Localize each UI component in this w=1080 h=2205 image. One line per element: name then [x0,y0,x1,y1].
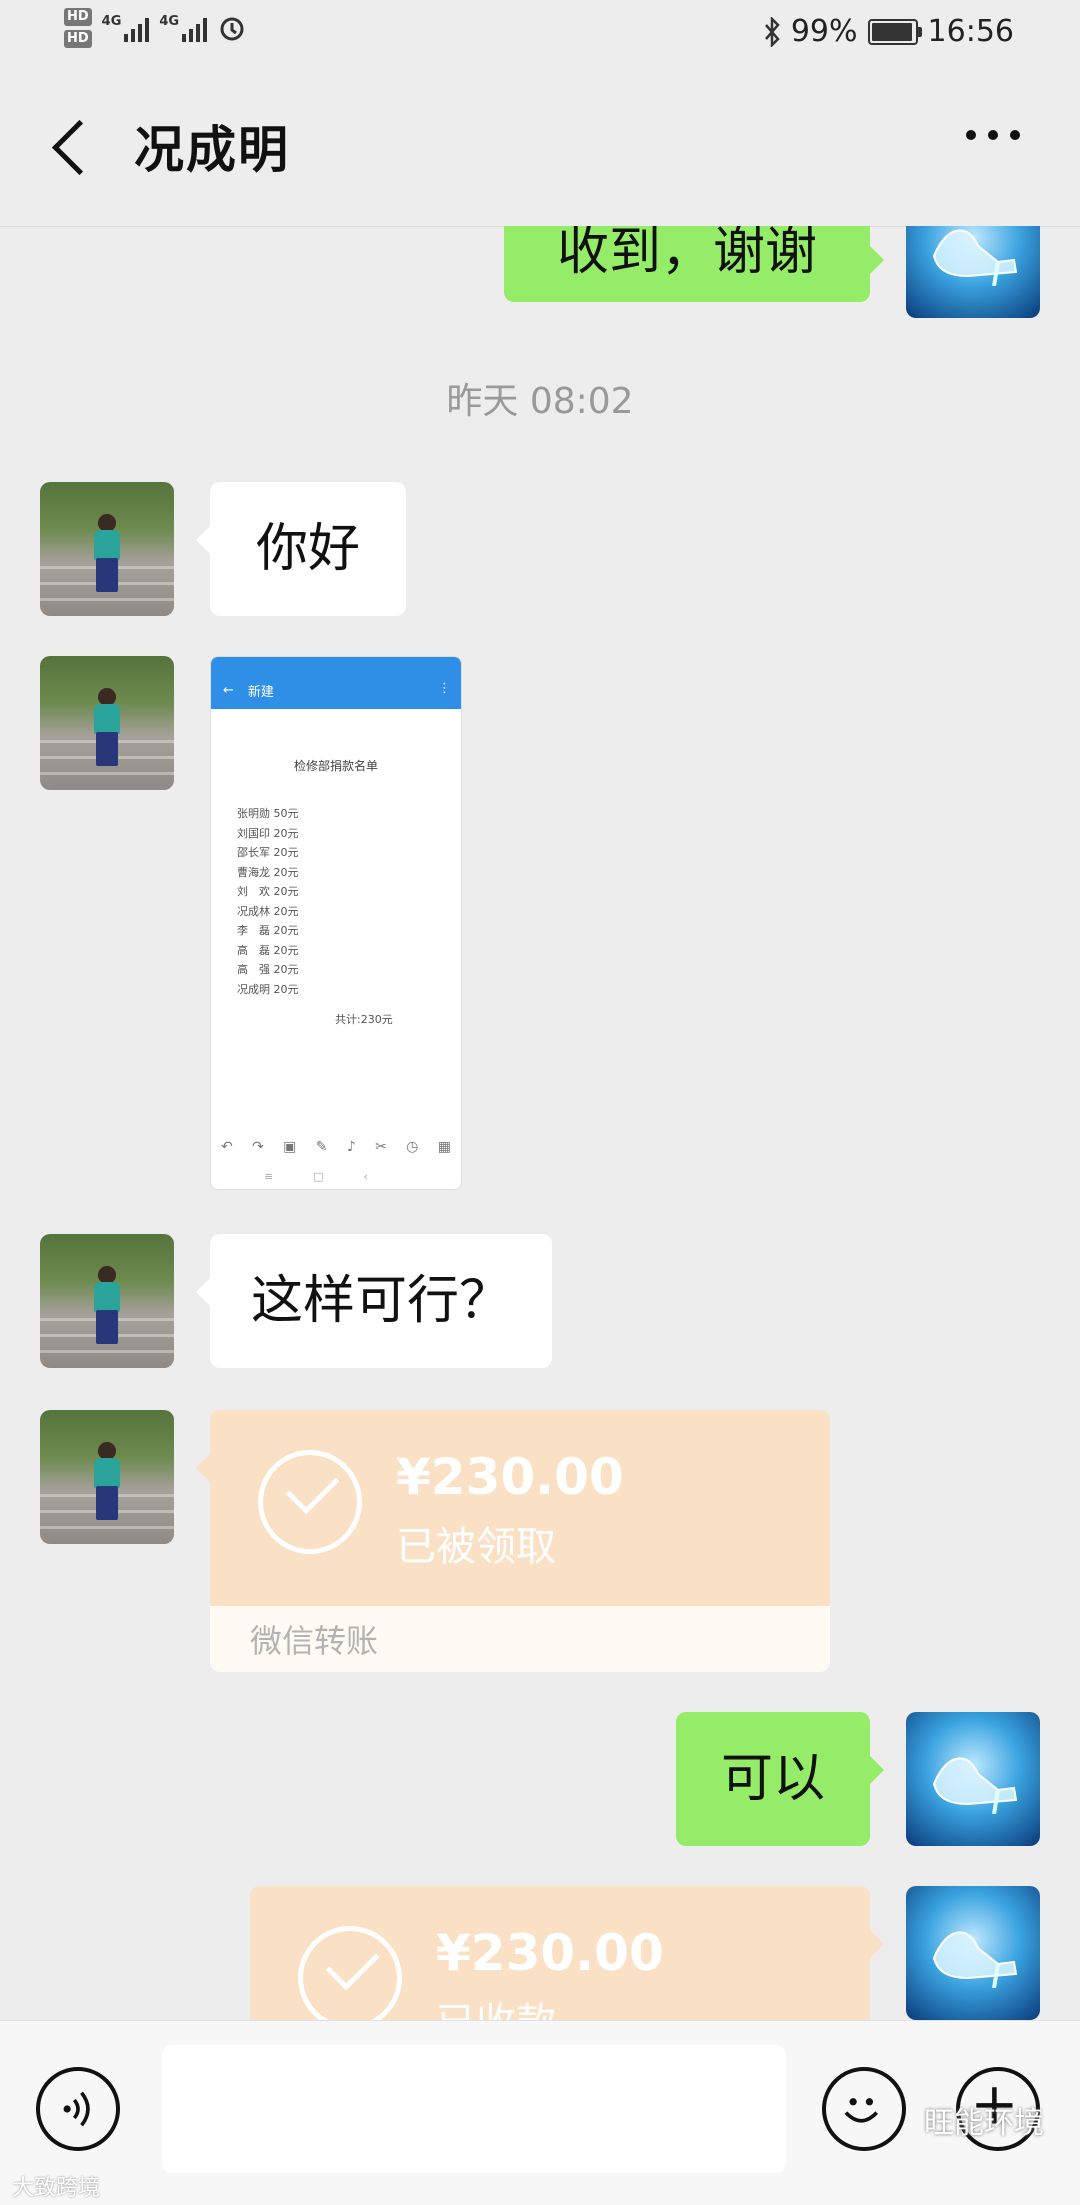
check-circle-icon [298,1926,402,2020]
clock: 16:56 [927,14,1014,49]
donation-row: 张明勋 50元 [237,807,299,820]
chat-title: 况成明 [134,121,290,179]
donation-row: 刘 欢 20元 [237,885,299,898]
signal-icon-2: 4G [159,14,208,42]
donation-list: 张明勋 50元 刘国印 20元 邵长军 20元 曹海龙 20元 刘 欢 20元 … [237,804,461,999]
check-circle-icon [258,1450,362,1554]
transfer-footer: 微信转账 [210,1606,830,1672]
message-input[interactable] [162,2045,786,2173]
status-right: 99% 16:56 [763,14,1014,49]
message-bubble-self[interactable]: 收到，谢谢 [504,226,884,302]
donation-row: 况成明 20元 [237,982,299,996]
glass-shoe-icon [932,1931,1018,1988]
transfer-amount: ¥230.00 [396,1448,624,1506]
image-message[interactable]: ← 新建 ⋮ 检修部捐款名单 张明勋 50元 刘国印 20元 邵长军 20元 曹… [210,656,462,1190]
status-bar: HD HD 4G 4G 99% 16:56 [0,0,1080,70]
arrow-left-icon: ← [223,682,234,698]
bluetooth-icon [764,16,780,47]
battery-text: 99% [790,14,858,49]
donation-row: 刘国印 20元 [237,826,299,840]
battery-icon [867,18,922,45]
contact-avatar[interactable] [40,1234,174,1368]
donation-total: 共计:230元 [335,1013,393,1026]
alarm-icon [220,17,244,41]
back-arrow-icon[interactable] [46,118,106,178]
input-bar [0,2020,1080,2205]
voice-input-icon[interactable] [36,2067,120,2151]
contact-avatar[interactable] [40,1410,174,1544]
transfer-status: 已被领取 [396,1524,556,1570]
message-bubble-contact[interactable]: 这样可行？ [196,1234,552,1368]
hd-badge-1: HD [64,8,92,26]
donation-row: 高 强 20元 [237,963,299,976]
donation-row: 高 磊 20元 [237,943,299,957]
image-topbar-title: 新建 [247,684,274,700]
transfer-card-sent[interactable]: ¥230.00 已收款 [250,1886,884,2020]
chat-header: 况成明 [0,70,1080,227]
transfer-status: 已收款 [436,1990,556,2020]
signal-icon-1: 4G [102,14,150,42]
donation-row: 邵长军 20元 [237,846,299,859]
contact-avatar[interactable] [40,656,174,790]
emoji-icon[interactable] [822,2067,906,2151]
message-timestamp: 昨天 08:02 [446,381,634,422]
contact-avatar[interactable] [40,482,174,616]
self-avatar[interactable] [906,226,1040,318]
message-bubble-contact[interactable]: 你好 [196,482,406,616]
message-list[interactable]: 收到，谢谢 昨天 08:02 你好 ← 新建 ⋮ 检修部捐款名单 张明勋 50元… [0,226,1080,2020]
self-avatar[interactable] [906,1886,1040,2020]
watermark-right: 旺能环境 [924,2106,1044,2141]
donation-row: 况成林 20元 [237,904,299,918]
watermark-left: 大致跨境 [12,2176,101,2201]
glass-shoe-icon [932,229,1018,286]
message-bubble-self[interactable]: 可以 [676,1712,884,1846]
hd-badge-2: HD [64,30,92,48]
self-avatar[interactable] [906,1712,1040,1846]
editor-toolbar: ↶ ↷ ▣ ✎ ♪ ✂ ◷ ▦ [221,1139,451,1155]
more-options-icon[interactable] [966,130,1020,140]
image-heading: 检修部捐款名单 [293,759,378,773]
status-left: HD HD 4G 4G [64,8,247,48]
donation-row: 李 磊 20元 [237,924,299,937]
donation-row: 曹海龙 20元 [237,865,299,879]
transfer-amount: ¥230.00 [436,1924,664,1982]
glass-shoe-icon [932,1757,1018,1814]
transfer-card-received[interactable]: ¥230.00 已被领取 微信转账 [196,1410,830,1672]
